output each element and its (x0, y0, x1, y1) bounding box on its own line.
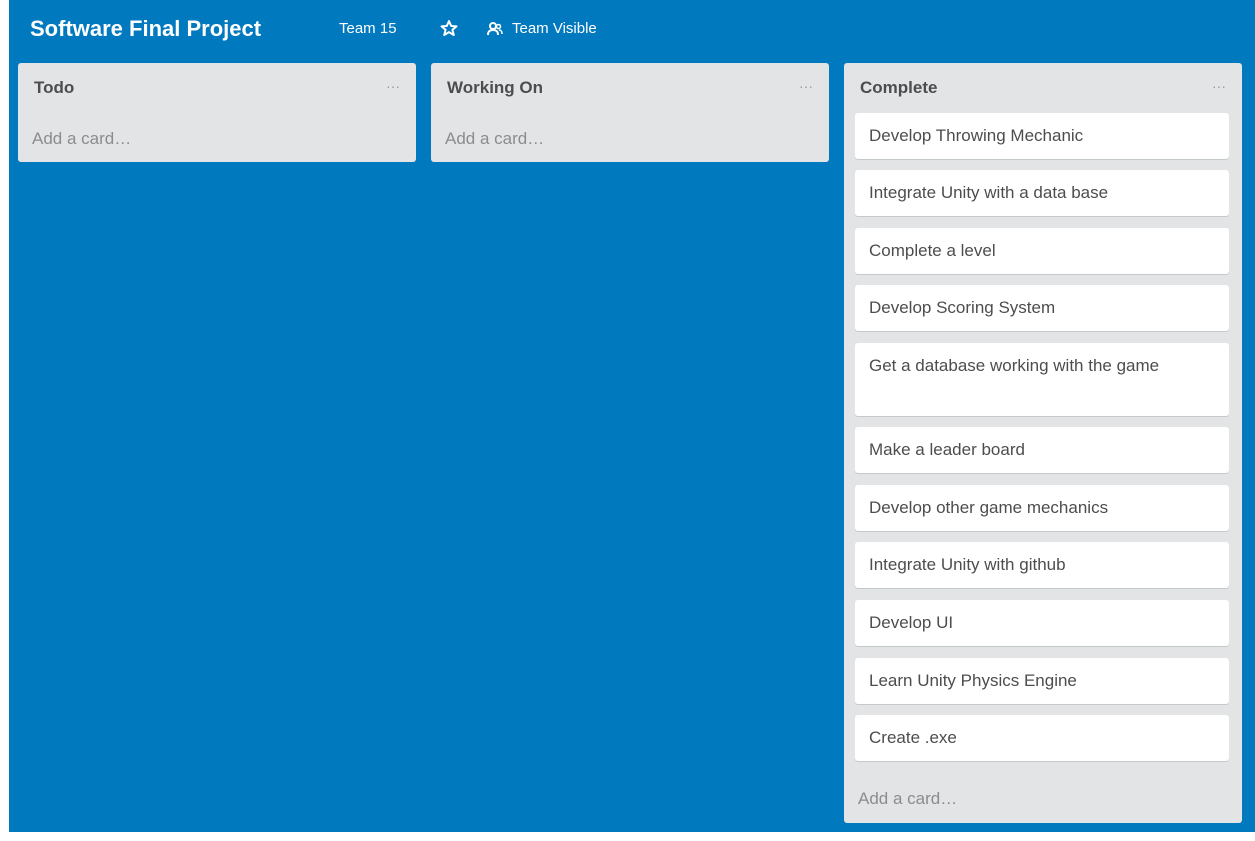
card[interactable]: Create .exe (855, 715, 1229, 761)
add-card-button[interactable]: Add a card… (445, 127, 544, 151)
list-header: Todo ··· (18, 63, 416, 111)
list-complete: Complete ··· Develop Throwing Mechanic I… (844, 63, 1242, 823)
list-menu-button[interactable]: ··· (384, 76, 402, 96)
card[interactable]: Develop other game mechanics (855, 485, 1229, 531)
list-todo: Todo ··· Add a card… (18, 63, 416, 162)
card[interactable]: Develop Throwing Mechanic (855, 113, 1229, 159)
list-header: Working On ··· (431, 63, 829, 111)
card[interactable]: Learn Unity Physics Engine (855, 658, 1229, 704)
team-icon (487, 21, 503, 37)
list-working-on: Working On ··· Add a card… (431, 63, 829, 162)
add-card-button[interactable]: Add a card… (32, 127, 131, 151)
star-icon (440, 20, 458, 36)
list-title[interactable]: Working On (447, 77, 543, 99)
board: Software Final Project Team 15 Team Visi… (9, 0, 1255, 832)
card[interactable]: Develop UI (855, 600, 1229, 646)
team-button[interactable]: Team 15 (339, 18, 397, 40)
card[interactable]: Integrate Unity with github (855, 542, 1229, 588)
visibility-label: Team Visible (512, 20, 597, 37)
board-header: Software Final Project Team 15 Team Visi… (9, 0, 1255, 60)
list-title[interactable]: Todo (34, 77, 74, 99)
visibility-button[interactable]: Team Visible (487, 18, 597, 40)
star-button[interactable] (440, 17, 458, 39)
list-title[interactable]: Complete (860, 77, 937, 99)
card[interactable]: Develop Scoring System (855, 285, 1229, 331)
add-card-button[interactable]: Add a card… (858, 787, 957, 811)
card[interactable]: Complete a level (855, 228, 1229, 274)
card[interactable]: Make a leader board (855, 427, 1229, 473)
list-menu-button[interactable]: ··· (797, 76, 815, 96)
card[interactable]: Get a database working with the game (855, 343, 1229, 416)
card[interactable]: Integrate Unity with a data base (855, 170, 1229, 216)
list-header: Complete ··· (844, 63, 1242, 111)
board-title[interactable]: Software Final Project (30, 14, 261, 44)
list-menu-button[interactable]: ··· (1210, 76, 1228, 96)
